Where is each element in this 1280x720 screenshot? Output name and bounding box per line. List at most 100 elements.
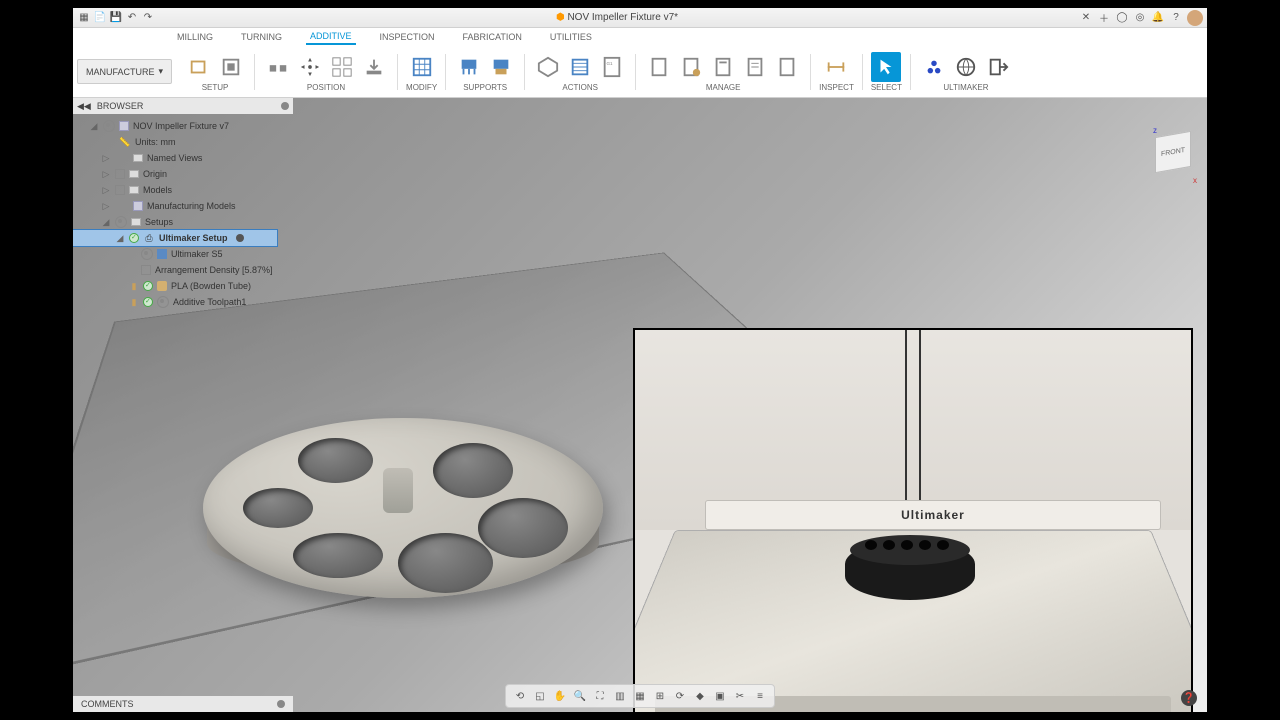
tree-models[interactable]: ▷ Models <box>73 182 277 198</box>
visibility-icon[interactable] <box>157 296 169 308</box>
active-indicator-icon <box>236 234 244 242</box>
folder-icon <box>129 170 139 178</box>
tab-additive[interactable]: ADDITIVE <box>306 29 356 45</box>
orbit-icon[interactable]: ⟲ <box>512 688 528 704</box>
infill-icon[interactable] <box>407 52 437 82</box>
setup-icon[interactable] <box>184 52 214 82</box>
manage-label: MANAGE <box>706 83 741 92</box>
tree-mfgmodels[interactable]: ▷ Manufacturing Models <box>73 198 277 214</box>
postprocess-icon[interactable]: G1 <box>597 52 627 82</box>
redo-icon[interactable]: ↷ <box>141 11 155 25</box>
ultimaker-label: ULTIMAKER <box>943 83 988 92</box>
visual-style-icon[interactable]: ◆ <box>692 688 708 704</box>
machine-library-icon[interactable] <box>772 52 802 82</box>
setup-sheet-icon[interactable] <box>676 52 706 82</box>
tab-milling[interactable]: MILLING <box>173 30 217 44</box>
tree-setups[interactable]: ◢ Setups <box>73 214 277 230</box>
viewcube[interactable]: z FRONT x <box>1149 128 1197 176</box>
inspect-icon[interactable] <box>821 52 851 82</box>
hidden-icon[interactable] <box>115 185 125 195</box>
visibility-icon[interactable] <box>103 120 115 132</box>
ribbon-toolbar: MANUFACTURE ▾ SETUP POSITION MODIFY <box>73 46 1207 98</box>
tree-pla[interactable]: ▮ PLA (Bowden Tube) <box>73 278 277 294</box>
modify-label: MODIFY <box>406 83 437 92</box>
bar-support-icon[interactable] <box>454 52 484 82</box>
select-icon[interactable] <box>871 52 901 82</box>
comments-bar[interactable]: COMMENTS <box>73 696 293 712</box>
move-icon[interactable] <box>295 52 325 82</box>
grid-icon[interactable]: ▦ <box>632 688 648 704</box>
viewcube-front[interactable]: FRONT <box>1155 131 1191 173</box>
save-icon[interactable]: 💾 <box>109 11 123 25</box>
arrange-icon[interactable] <box>327 52 357 82</box>
ultimaker-connect-icon[interactable] <box>919 52 949 82</box>
extensions-icon[interactable]: ◯ <box>1115 11 1129 25</box>
hidden-icon[interactable] <box>115 169 125 179</box>
actions-label: ACTIONS <box>562 83 598 92</box>
visibility-icon[interactable] <box>141 248 153 260</box>
visibility-icon[interactable] <box>115 216 127 228</box>
notifications-icon[interactable]: 🔔 <box>1151 11 1165 25</box>
comments-settings-icon[interactable] <box>277 700 285 708</box>
tool-library-icon[interactable] <box>708 52 738 82</box>
zoom-icon[interactable]: 🔍 <box>572 688 588 704</box>
tree-toolpath[interactable]: ▮ Additive Toolpath1 <box>73 294 277 310</box>
printer-brand-label: Ultimaker <box>705 500 1161 530</box>
camera-icon[interactable]: ▣ <box>712 688 728 704</box>
layout-icon[interactable]: ≡ <box>752 688 768 704</box>
component-icon <box>119 121 129 131</box>
pan-icon[interactable]: ✋ <box>552 688 568 704</box>
jobs-icon[interactable]: ◎ <box>1133 11 1147 25</box>
tree-root[interactable]: ◢ NOV Impeller Fixture v7 <box>73 118 277 134</box>
position-label: POSITION <box>307 83 345 92</box>
display-icon[interactable]: ▥ <box>612 688 628 704</box>
check-icon[interactable] <box>143 297 153 307</box>
unchecked-icon[interactable] <box>141 265 151 275</box>
lookat-icon[interactable]: ◱ <box>532 688 548 704</box>
apps-icon[interactable]: ▦ <box>77 11 91 25</box>
tab-utilities[interactable]: UTILITIES <box>546 30 596 44</box>
close-tab-icon[interactable]: ✕ <box>1079 11 1093 25</box>
help-icon[interactable]: ? <box>1169 11 1183 25</box>
volume-support-icon[interactable] <box>486 52 516 82</box>
nc-program-icon[interactable] <box>644 52 674 82</box>
tree-ultimaker-setup[interactable]: ◢ ⎙ Ultimaker Setup <box>73 230 277 246</box>
snap-icon[interactable]: ⊞ <box>652 688 668 704</box>
check-icon[interactable] <box>129 233 139 243</box>
new-tab-icon[interactable]: ＋ <box>1097 11 1111 25</box>
place-icon[interactable] <box>359 52 389 82</box>
workspace-switcher[interactable]: MANUFACTURE ▾ <box>77 59 172 84</box>
supports-label: SUPPORTS <box>463 83 507 92</box>
info-badge-icon[interactable]: ❓ <box>1181 690 1197 706</box>
section-icon[interactable]: ✂ <box>732 688 748 704</box>
tree-units[interactable]: 📏 Units: mm <box>73 134 277 150</box>
file-icon[interactable]: 📄 <box>93 11 107 25</box>
simulate-icon[interactable] <box>565 52 595 82</box>
machine-icon <box>157 249 167 259</box>
check-icon[interactable] <box>143 281 153 291</box>
task-manager-icon[interactable] <box>740 52 770 82</box>
tree-namedviews[interactable]: ▷ Named Views <box>73 150 277 166</box>
fit-icon[interactable]: ⛶ <box>592 688 608 704</box>
print-setting-icon[interactable] <box>216 52 246 82</box>
browser-collapse-icon[interactable]: ◀◀ <box>77 101 91 112</box>
navigation-toolbar: ⟲ ◱ ✋ 🔍 ⛶ ▥ ▦ ⊞ ⟳ ◆ ▣ ✂ ≡ <box>505 684 775 708</box>
tree-density[interactable]: Arrangement Density [5.87%] <box>73 262 277 278</box>
refresh-icon[interactable]: ⟳ <box>672 688 688 704</box>
material-icon <box>157 281 167 291</box>
viewport[interactable]: ◀◀ BROWSER ◢ NOV Impeller Fixture v7 📏 U… <box>73 98 1207 712</box>
tab-fabrication[interactable]: FABRICATION <box>459 30 526 44</box>
user-avatar[interactable] <box>1187 10 1203 26</box>
auto-orient-icon[interactable] <box>263 52 293 82</box>
tree-origin[interactable]: ▷ Origin <box>73 166 277 182</box>
comments-label: COMMENTS <box>81 699 134 709</box>
browser-settings-icon[interactable] <box>281 102 289 110</box>
ultimaker-cloud-icon[interactable] <box>951 52 981 82</box>
tree-ults5[interactable]: Ultimaker S5 <box>73 246 277 262</box>
undo-icon[interactable]: ↶ <box>125 11 139 25</box>
generate-icon[interactable] <box>533 52 563 82</box>
document-title: ⬢ NOV Impeller Fixture v7* <box>155 12 1079 23</box>
ultimaker-export-icon[interactable] <box>983 52 1013 82</box>
tab-inspection[interactable]: INSPECTION <box>376 30 439 44</box>
tab-turning[interactable]: TURNING <box>237 30 286 44</box>
